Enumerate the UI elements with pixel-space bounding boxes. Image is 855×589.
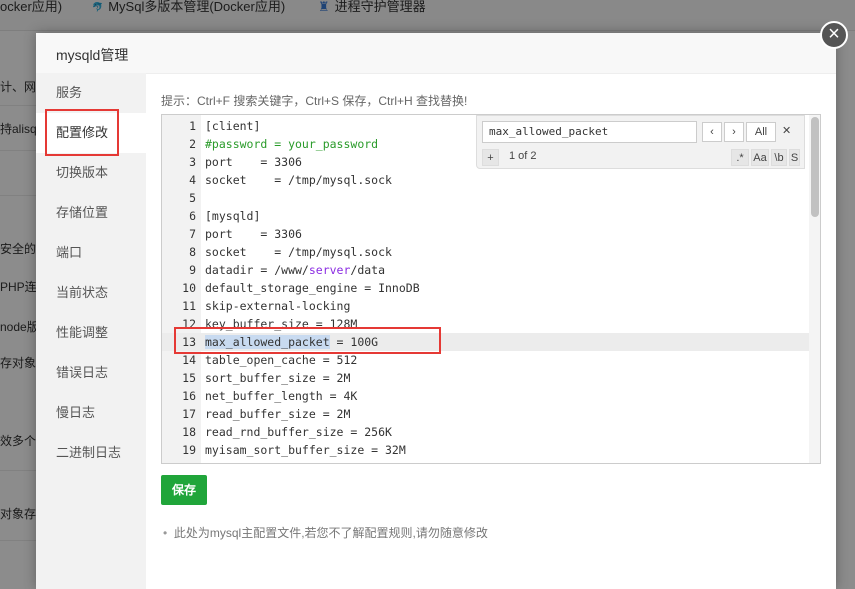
dialog-header: mysqld管理 (36, 33, 836, 74)
line-number: 16 (182, 389, 196, 403)
save-button[interactable]: 保存 (161, 475, 207, 505)
line-number: 18 (182, 425, 196, 439)
code-line[interactable]: 8 socket = /tmp/mysql.sock (162, 243, 820, 261)
search-input[interactable]: max_allowed_packet (482, 121, 697, 143)
line-number: 1 (189, 119, 196, 133)
code-text: read_rnd_buffer_size = 256K (205, 425, 392, 439)
search-next-button[interactable]: › (724, 122, 744, 142)
code-text: read_buffer_size = 2M (205, 407, 351, 421)
code-text: myisam_sort_buffer_size = 32M (205, 443, 406, 457)
sidebar-item-storage[interactable]: 存储位置 (36, 193, 146, 233)
code-line[interactable]: 9 datadir = /www/server/data (162, 261, 820, 279)
line-number: 9 (189, 263, 196, 277)
sidebar-item-error-log[interactable]: 错误日志 (36, 353, 146, 393)
line-number: 19 (182, 443, 196, 457)
search-panel: max_allowed_packet ‹ › All ✕ + 1 of 2 .*… (476, 115, 805, 169)
code-text: [mysqld] (205, 209, 261, 223)
line-number: 2 (189, 137, 196, 151)
code-line[interactable]: 16 net_buffer_length = 4K (162, 387, 820, 405)
line-number: 10 (182, 281, 196, 295)
code-text: sort_buffer_size = 2M (205, 371, 351, 385)
highlight-box-config (45, 109, 119, 156)
dialog-title: mysqld管理 (56, 47, 129, 63)
code-line[interactable]: 6 [mysqld] (162, 207, 820, 225)
bullet-icon: • (163, 526, 168, 540)
code-line[interactable]: 19 myisam_sort_buffer_size = 32M (162, 441, 820, 459)
line-number: 5 (189, 191, 196, 205)
code-text: socket = /tmp/mysql.sock (205, 245, 392, 259)
sidebar-item-slow-log[interactable]: 慢日志 (36, 393, 146, 433)
code-text: thread_cache_size = 64 (205, 459, 357, 463)
code-text: datadir = /www/server/data (205, 263, 386, 277)
config-note: • 此处为mysql主配置文件,若您不了解配置规则,请勿随意修改 (163, 526, 488, 540)
code-line[interactable]: 11 skip-external-locking (162, 297, 820, 315)
case-sensitive-toggle[interactable]: Aa (751, 149, 769, 166)
sidebar-item-performance[interactable]: 性能调整 (36, 313, 146, 353)
sidebar-item-service[interactable]: 服务 (36, 73, 146, 113)
replace-toggle-button[interactable]: + (482, 149, 499, 166)
line-number: 4 (189, 173, 196, 187)
regex-toggle[interactable]: .* (731, 149, 749, 166)
code-line[interactable]: 5 (162, 189, 820, 207)
sidebar-item-status[interactable]: 当前状态 (36, 273, 146, 313)
editor-scrollbar[interactable] (809, 115, 820, 463)
highlight-box-line13 (174, 327, 441, 354)
code-line[interactable]: 18 read_rnd_buffer_size = 256K (162, 423, 820, 441)
code-text: net_buffer_length = 4K (205, 389, 358, 403)
code-line[interactable]: 7 port = 3306 (162, 225, 820, 243)
code-line[interactable]: 10 default_storage_engine = InnoDB (162, 279, 820, 297)
line-number: 11 (182, 299, 196, 313)
code-text: port = 3306 (205, 227, 302, 241)
search-prev-button[interactable]: ‹ (702, 122, 722, 142)
code-text: [client] (205, 119, 261, 133)
scrollbar-thumb[interactable] (811, 117, 819, 217)
code-text: #password = your_password (205, 137, 379, 151)
whole-word-toggle[interactable]: \b (771, 149, 787, 166)
code-text: default_storage_engine = InnoDB (205, 281, 420, 295)
code-text: socket = /tmp/mysql.sock (205, 173, 392, 187)
line-number: 15 (182, 371, 196, 385)
code-text: skip-external-locking (205, 299, 351, 313)
search-match-count: 1 of 2 (509, 150, 537, 162)
line-number: 3 (189, 155, 196, 169)
close-dialog-button[interactable]: × (820, 21, 848, 49)
code-line[interactable]: 17 read_buffer_size = 2M (162, 405, 820, 423)
code-line[interactable]: 20 thread_cache_size = 64 (162, 459, 820, 463)
line-number: 8 (189, 245, 196, 259)
code-text: port = 3306 (205, 155, 302, 169)
search-close-icon[interactable]: ✕ (782, 124, 791, 137)
search-all-button[interactable]: All (746, 122, 776, 142)
search-in-selection-toggle[interactable]: S (789, 149, 800, 166)
sidebar-item-port[interactable]: 端口 (36, 233, 146, 273)
sidebar-item-switch-version[interactable]: 切换版本 (36, 153, 146, 193)
line-number: 6 (189, 209, 196, 223)
line-number: 20 (162, 459, 196, 463)
sidebar-item-binlog[interactable]: 二进制日志 (36, 433, 146, 473)
line-number: 7 (189, 227, 196, 241)
line-number: 17 (182, 407, 196, 421)
code-line[interactable]: 15 sort_buffer_size = 2M (162, 369, 820, 387)
code-line[interactable]: 4 socket = /tmp/mysql.sock (162, 171, 820, 189)
editor-tip: 提示：Ctrl+F 搜索关键字，Ctrl+S 保存，Ctrl+H 查找替换! (161, 94, 468, 108)
